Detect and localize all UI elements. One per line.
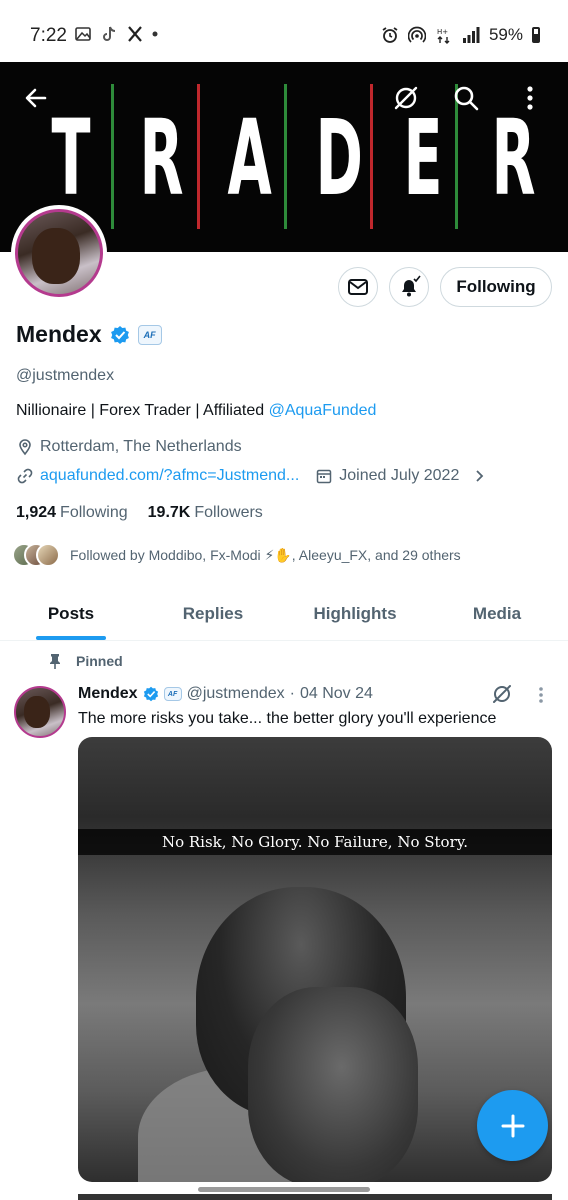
tab-media[interactable]: Media [426,588,568,640]
tab-replies[interactable]: Replies [142,588,284,640]
followers-stat[interactable]: 19.7K Followers [148,504,263,522]
avatar-face [24,696,50,728]
joined-text: Joined July 2022 [339,467,460,484]
post-separator: · [289,685,295,702]
post-author[interactable]: Mendex [78,685,138,703]
chevron-right-icon[interactable] [471,468,487,484]
profile-handle: @justmendex [16,367,115,384]
battery-percent: 59% [488,25,523,44]
tab-highlights[interactable]: Highlights [284,588,426,640]
pin-icon [50,654,60,669]
alarm-icon [382,27,398,43]
banner-stripe [197,84,200,229]
grok-icon[interactable] [491,683,513,705]
post-text: The more risks you take... the better gl… [78,710,497,727]
pinned-label: Pinned [76,653,123,669]
svg-text:H+: H+ [437,28,448,36]
verified-badge-icon [143,686,158,702]
arrow-left-icon [25,88,47,108]
pinned-indicator: Pinned [48,653,123,669]
profile-avatar[interactable] [11,205,107,301]
post-header: Mendex AF @justmendex · 04 Nov 24 [78,685,373,703]
back-button[interactable] [16,78,56,118]
followed-by-row[interactable]: Followed by Moddibo, Fx-Modi ⚡✋, Aleeyu_… [12,543,461,567]
profile-bio: Nillionaire | Forex Trader | Affiliated … [16,402,376,420]
verified-badge-icon[interactable] [110,325,130,345]
website-row: aquafunded.com/?afmc=Justmend... Joined … [16,467,487,485]
followers-count: 19.7K [147,504,191,521]
status-time: 7:22 [30,25,67,46]
data-icon: H+ [437,28,450,44]
more-vertical-icon[interactable] [537,686,545,704]
gallery-icon [75,27,91,41]
hotspot-icon [407,26,426,43]
following-count: 1,924 [16,504,57,521]
home-indicator[interactable] [198,1187,370,1192]
status-left-icons [74,25,158,43]
follow-stats: 1,924 Following 19.7K Followers [16,504,263,522]
search-button[interactable] [446,78,486,118]
mail-icon [348,279,368,295]
more-button[interactable] [510,78,550,118]
banner-stripe [111,84,114,229]
more-vertical-icon [527,86,533,110]
following-stat[interactable]: 1,924 Following [16,504,128,522]
notifications-button[interactable] [389,267,429,307]
post-date[interactable]: 04 Nov 24 [300,685,373,703]
media-shape [248,987,418,1182]
banner-letter: D [315,97,363,219]
status-bar: 7:22 H+ 59% [0,0,568,62]
dot-icon [152,31,158,37]
profile-tabs: Posts Replies Highlights Media [0,588,568,641]
search-icon [454,86,479,111]
location-pin-icon [19,439,31,456]
banner-stripe [370,84,373,229]
grok-icon [394,86,418,110]
profile-name: Mendex [16,321,102,347]
media-caption: No Risk, No Glory. No Failure, No Story. [161,833,469,851]
avatar-face [32,228,80,284]
following-button[interactable]: Following [440,267,552,307]
bell-icon [402,275,421,297]
grok-button[interactable] [386,78,426,118]
banner-stripe [284,84,287,229]
location-row: Rotterdam, The Netherlands [16,438,242,456]
tab-posts[interactable]: Posts [0,588,142,640]
calendar-icon [317,469,332,484]
followers-label: Followers [194,504,263,521]
next-post-preview [78,1194,552,1200]
profile-name-row: Mendex AF [16,321,162,348]
compose-button[interactable] [477,1090,548,1161]
location-text: Rotterdam, The Netherlands [40,438,242,455]
plus-icon [501,1114,524,1137]
battery-icon [532,27,540,43]
link-icon [17,468,33,484]
affiliate-badge[interactable]: AF [137,324,162,345]
banner-letter: R [139,97,184,219]
banner-letter: A [227,97,272,219]
message-button[interactable] [338,267,378,307]
post-avatar[interactable] [14,686,66,738]
avatar [36,543,60,567]
bio-link[interactable]: @AquaFunded [269,402,377,419]
followed-by-text: Followed by Moddibo, Fx-Modi ⚡✋, Aleeyu_… [70,546,461,563]
affiliate-badge: AF [163,687,182,701]
signal-icon [462,27,480,43]
follower-avatars [12,543,60,567]
x-icon [128,26,142,42]
tiktok-icon [103,26,116,41]
status-right: H+ 59% [381,25,540,45]
avatar-image [15,209,103,297]
bio-text: Nillionaire | Forex Trader | Affiliated [16,402,269,419]
post-handle[interactable]: @justmendex [187,685,285,703]
following-label: Following [60,504,128,521]
website-link[interactable]: aquafunded.com/?afmc=Justmend... [40,467,299,485]
